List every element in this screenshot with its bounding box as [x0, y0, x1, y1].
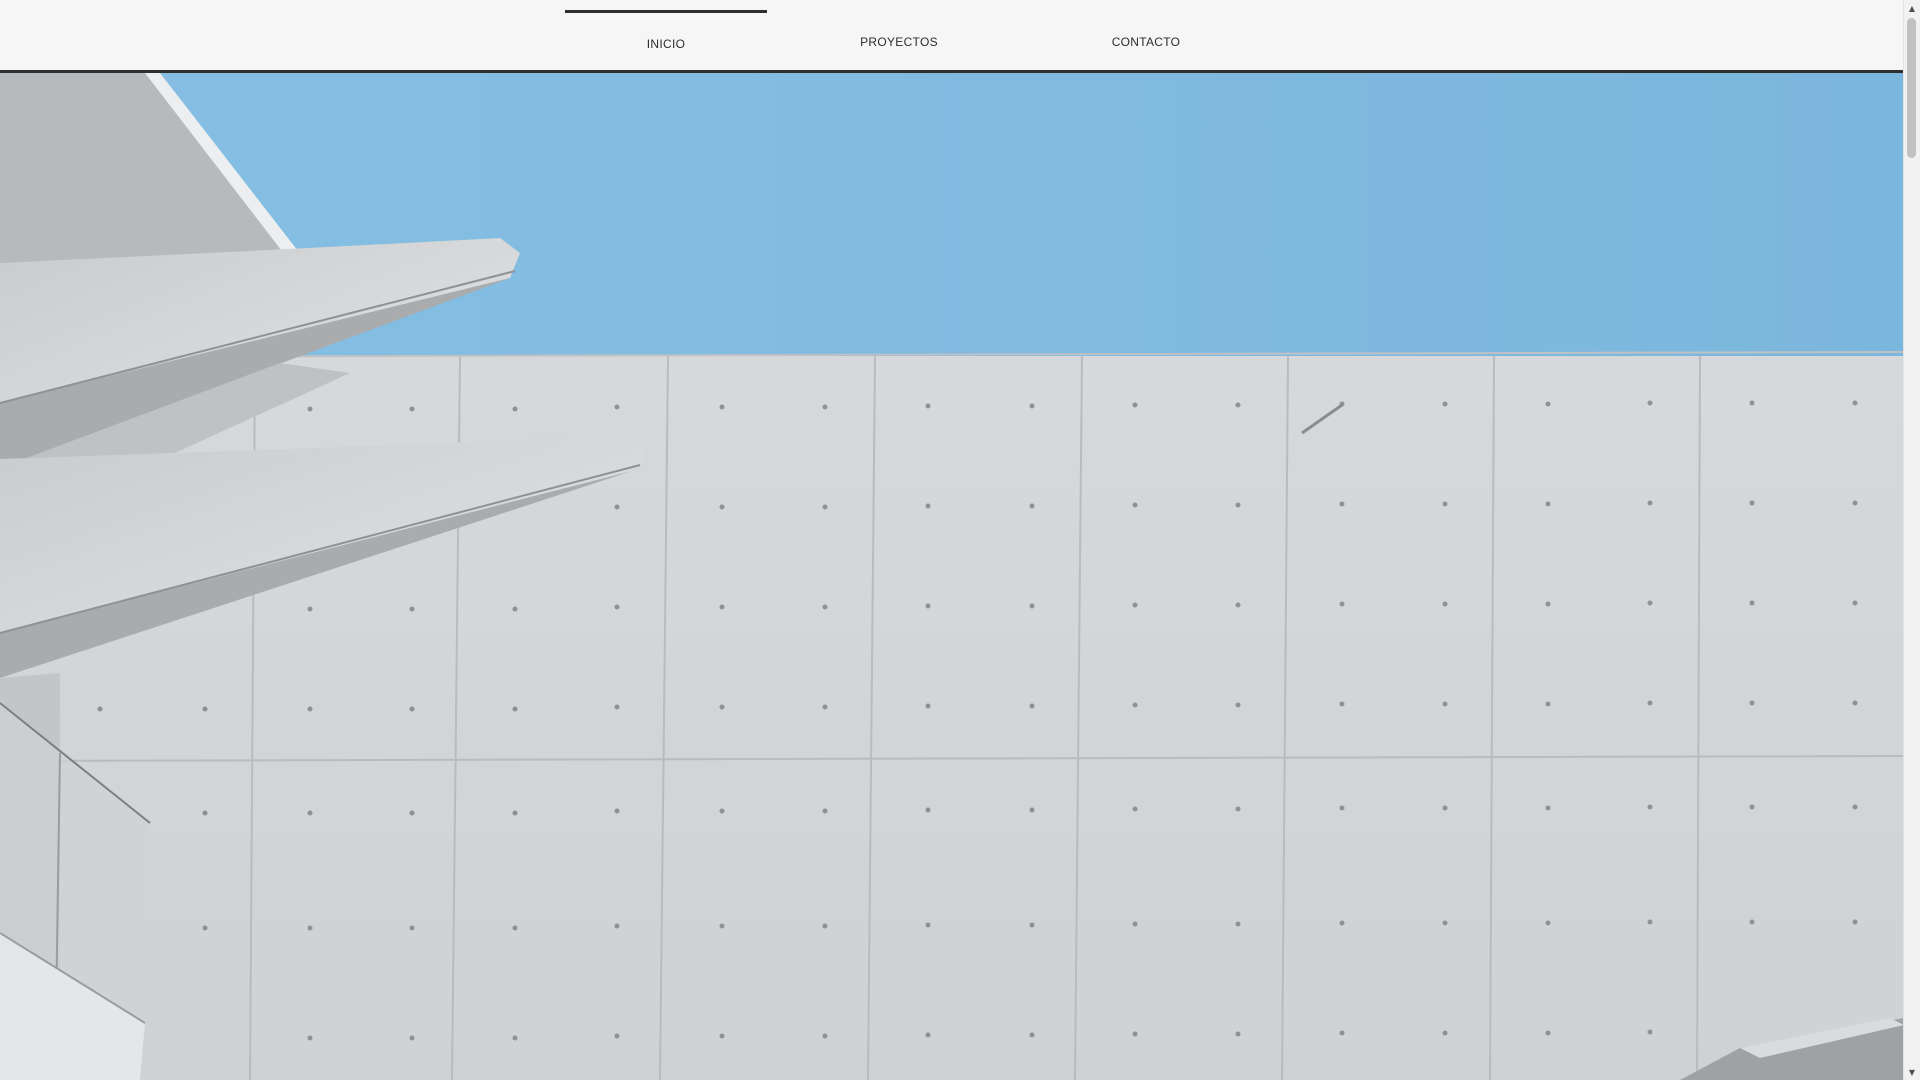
scroll-thumb[interactable]: [1907, 18, 1916, 158]
page: INICIO PROYECTOS CONTACTO ▲ ▼: [0, 0, 1920, 1080]
scroll-up-arrow-icon[interactable]: ▲: [1904, 0, 1920, 16]
main-navigation: INICIO PROYECTOS CONTACTO: [565, 10, 1261, 70]
nav-item-contacto[interactable]: CONTACTO: [1031, 10, 1261, 70]
site-header: INICIO PROYECTOS CONTACTO: [0, 0, 1904, 73]
hero-architecture-illustration: [0, 73, 1904, 1080]
hero-image: [0, 73, 1904, 1080]
nav-item-inicio[interactable]: INICIO: [565, 10, 767, 70]
vertical-scrollbar[interactable]: ▲ ▼: [1903, 0, 1920, 1080]
scroll-down-arrow-icon[interactable]: ▼: [1904, 1064, 1920, 1080]
nav-item-proyectos[interactable]: PROYECTOS: [767, 10, 1031, 70]
